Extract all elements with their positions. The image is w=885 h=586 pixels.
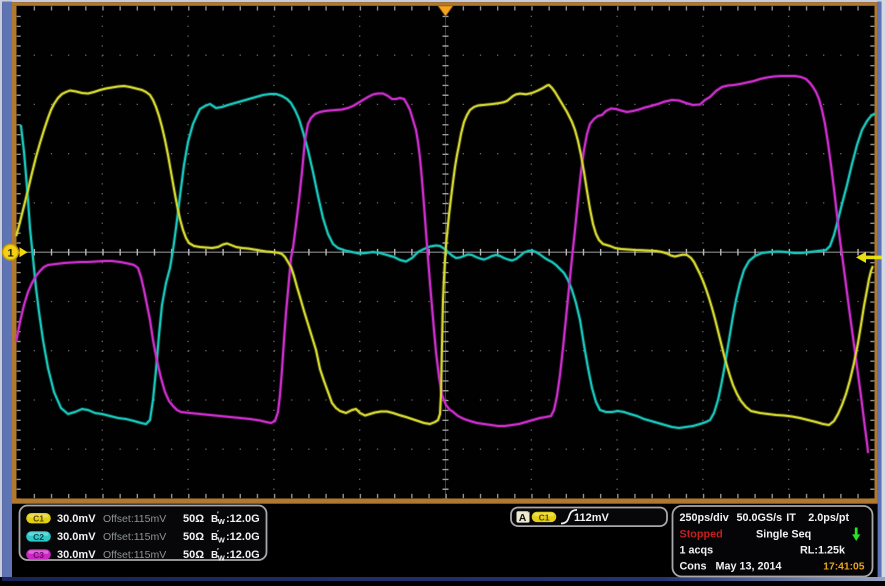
- svg-text:Single Seq: Single Seq: [756, 529, 811, 541]
- svg-text:C3: C3: [33, 550, 44, 560]
- svg-text:Offset:115mV: Offset:115mV: [103, 531, 166, 543]
- svg-text:Offset:115mV: Offset:115mV: [103, 513, 166, 525]
- svg-text:′: ′: [217, 510, 219, 519]
- svg-text:W: W: [218, 535, 226, 544]
- svg-text:C1: C1: [33, 514, 44, 524]
- svg-text:30.0mV: 30.0mV: [57, 531, 96, 543]
- svg-text:A: A: [519, 512, 527, 524]
- svg-text:′: ′: [217, 528, 219, 537]
- svg-text::12.0G: :12.0G: [226, 513, 260, 525]
- svg-text:50.0GS/s: 50.0GS/s: [737, 512, 783, 524]
- svg-text:17:41:05: 17:41:05: [823, 562, 864, 573]
- svg-text:2.0ps/pt: 2.0ps/pt: [808, 512, 849, 524]
- svg-text:112mV: 112mV: [574, 512, 610, 524]
- svg-text:50Ω: 50Ω: [183, 531, 204, 543]
- svg-text:IT: IT: [786, 512, 796, 524]
- svg-text:1 acqs: 1 acqs: [680, 545, 714, 557]
- svg-text:30.0mV: 30.0mV: [57, 513, 96, 525]
- svg-text:Offset:115mV: Offset:115mV: [103, 549, 166, 561]
- svg-text:′: ′: [217, 546, 219, 555]
- svg-text:Stopped: Stopped: [680, 529, 723, 541]
- svg-text:50Ω: 50Ω: [183, 549, 204, 561]
- svg-text:C2: C2: [33, 532, 44, 542]
- svg-text:C1: C1: [539, 512, 550, 522]
- svg-text:W: W: [218, 517, 226, 526]
- svg-text:30.0mV: 30.0mV: [57, 549, 96, 561]
- svg-text:W: W: [218, 553, 226, 562]
- svg-text::12.0G: :12.0G: [226, 549, 260, 561]
- svg-text:RL:1.25k: RL:1.25k: [800, 545, 846, 557]
- svg-text::12.0G: :12.0G: [226, 531, 260, 543]
- svg-text:1: 1: [7, 247, 13, 259]
- svg-text:250ps/div: 250ps/div: [680, 512, 729, 524]
- svg-text:50Ω: 50Ω: [183, 513, 204, 525]
- svg-text:Cons May 13, 2014: Cons May 13, 2014: [680, 561, 782, 573]
